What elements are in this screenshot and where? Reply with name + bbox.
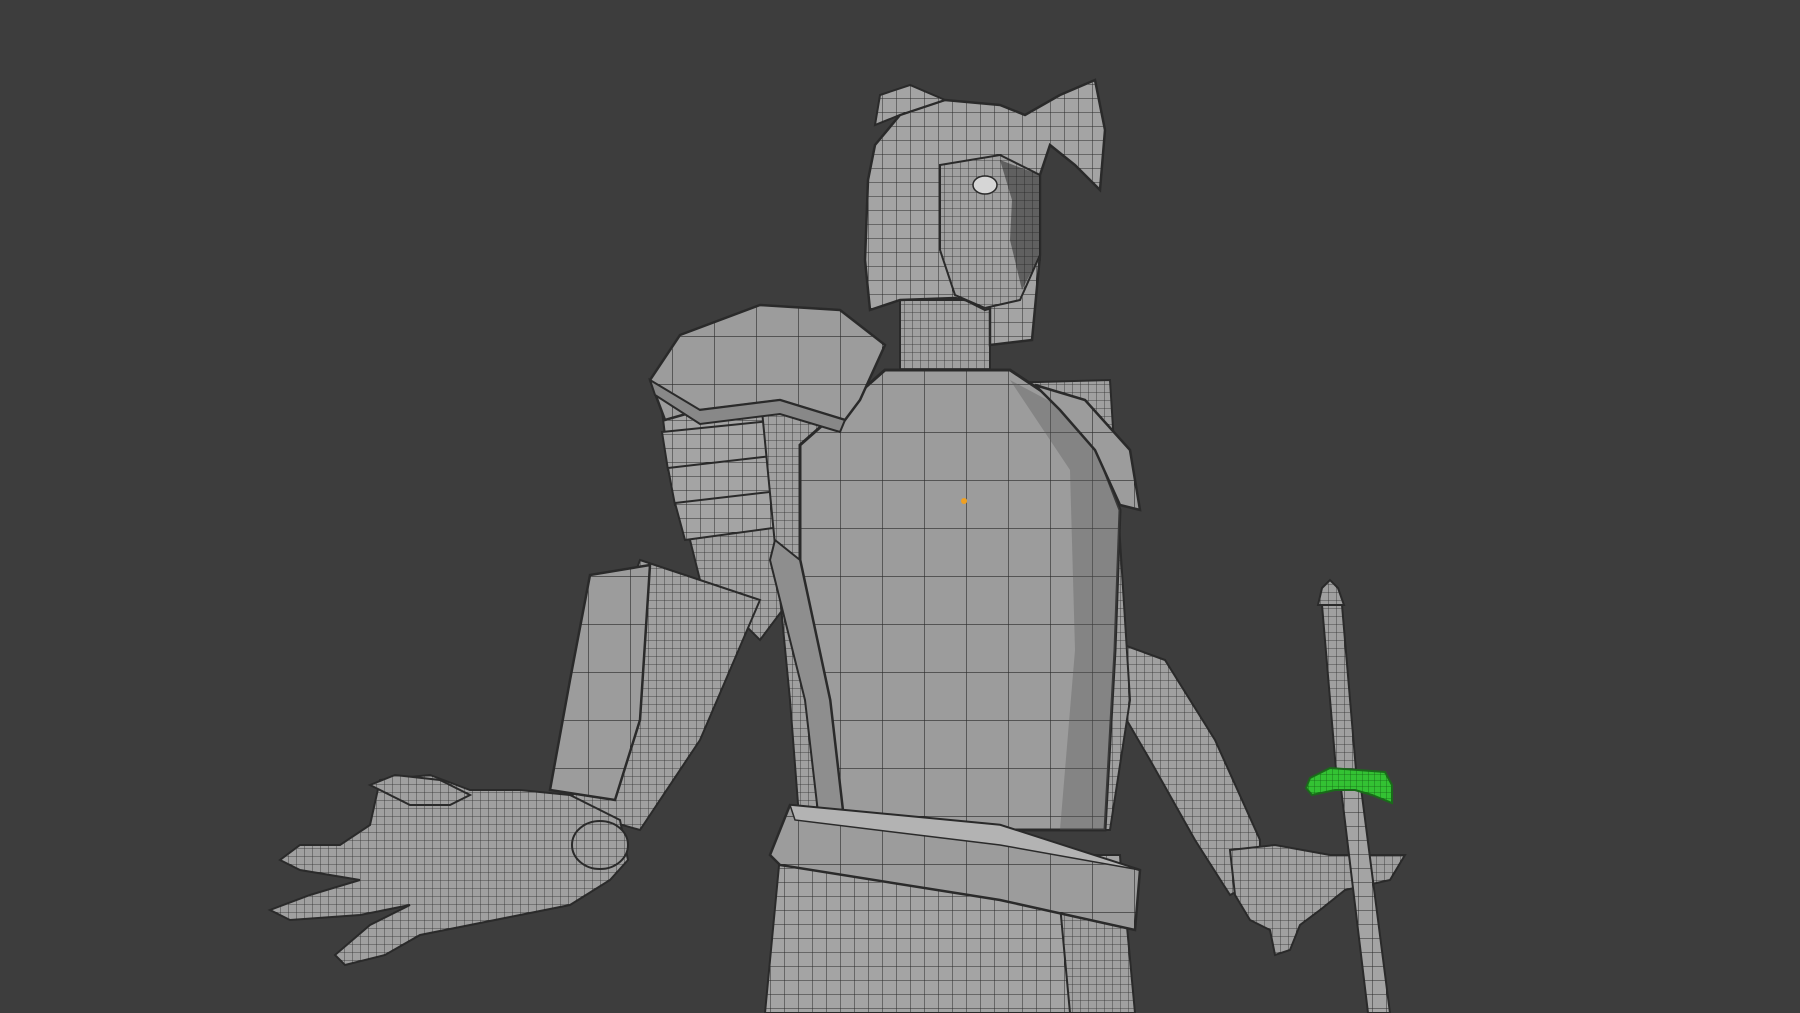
sword-blade-mesh [1338, 779, 1392, 1013]
object-origin-point [961, 498, 967, 504]
wrist-joint-mesh [571, 820, 629, 870]
sword-pommel-mesh [1316, 578, 1346, 606]
sword-grip-mesh [1320, 604, 1358, 771]
eye-mesh [972, 175, 998, 195]
scene-svg[interactable] [0, 0, 1800, 1013]
3d-viewport[interactable] [0, 0, 1800, 1013]
